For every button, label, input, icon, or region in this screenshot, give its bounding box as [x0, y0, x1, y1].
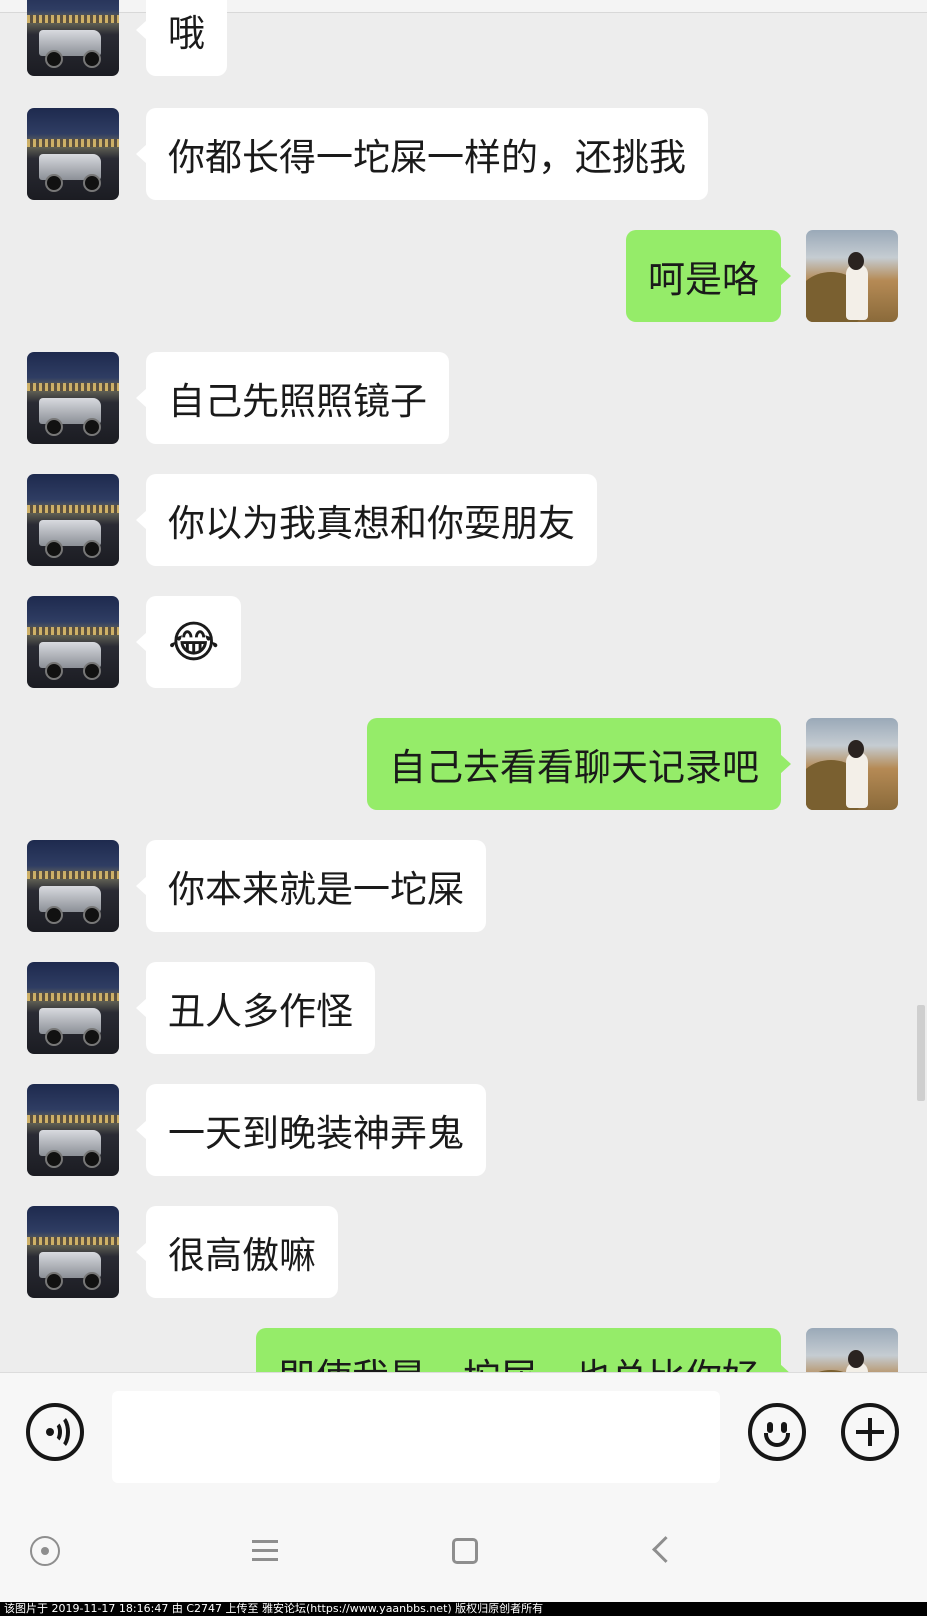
square-icon[interactable] [452, 1538, 478, 1564]
message-bubble[interactable]: 你本来就是一坨屎 [136, 840, 486, 932]
message-bubble[interactable]: 哦 [136, 0, 227, 76]
contact-avatar[interactable] [27, 108, 119, 200]
voice-icon[interactable] [26, 1403, 84, 1461]
back-chevron-icon[interactable] [652, 1536, 679, 1563]
message-bubble[interactable]: 你以为我真想和你耍朋友 [136, 474, 597, 566]
message-bubble[interactable]: 😂 [135, 596, 242, 688]
message-text: 你以为我真想和你耍朋友 [168, 502, 575, 545]
message-bubble-sent[interactable]: 自己去看看聊天记录吧 [367, 718, 791, 810]
self-avatar[interactable] [806, 1328, 898, 1372]
message-bubble[interactable]: 一天到晚装神弄鬼 [136, 1084, 486, 1176]
tears-of-joy-emoji: 😂 [168, 616, 220, 668]
message-bubble-sent[interactable]: 呵是咯 [626, 230, 791, 322]
self-avatar[interactable] [806, 718, 898, 810]
scrollbar-thumb[interactable] [917, 1005, 925, 1101]
watermark-text: 该图片于 2019-11-17 18:16:47 由 C2747 上传至 雅安论… [4, 1602, 544, 1615]
contact-avatar[interactable] [27, 0, 119, 76]
self-avatar[interactable] [806, 230, 898, 322]
contact-avatar[interactable] [27, 474, 119, 566]
watermark-footer: 该图片于 2019-11-17 18:16:47 由 C2747 上传至 雅安论… [0, 1602, 927, 1616]
message-input[interactable] [112, 1391, 720, 1483]
message-text: 丑人多作怪 [168, 990, 353, 1033]
circle-dot-icon[interactable] [30, 1536, 60, 1566]
chat-input-bar [0, 1372, 927, 1501]
contact-avatar[interactable] [27, 1084, 119, 1176]
message-text: 自己去看看聊天记录吧 [389, 746, 759, 789]
menu-icon[interactable] [252, 1534, 286, 1568]
message-text: 哦 [168, 12, 205, 55]
message-text: 很高傲嘛 [168, 1234, 316, 1277]
system-nav-bar [0, 1500, 927, 1602]
message-bubble[interactable]: 很高傲嘛 [136, 1206, 338, 1298]
chat-area[interactable]: 哦 你都长得一坨屎一样的，还挑我 呵是咯 自己先照照镜子 你以为我真想和你耍朋友… [0, 0, 927, 1372]
message-text: 呵是咯 [648, 258, 759, 301]
contact-avatar[interactable] [27, 962, 119, 1054]
top-divider [0, 0, 927, 13]
message-bubble[interactable]: 自己先照照镜子 [136, 352, 449, 444]
contact-avatar[interactable] [27, 352, 119, 444]
plus-icon[interactable] [841, 1403, 899, 1461]
contact-avatar[interactable] [27, 840, 119, 932]
message-bubble[interactable]: 你都长得一坨屎一样的，还挑我 [136, 108, 708, 200]
emoji-icon[interactable] [748, 1403, 806, 1461]
message-text: 你都长得一坨屎一样的，还挑我 [168, 136, 686, 179]
message-text: 你本来就是一坨屎 [168, 868, 464, 911]
message-text: 一天到晚装神弄鬼 [168, 1112, 464, 1155]
contact-avatar[interactable] [27, 596, 119, 688]
message-text: 即使我是一坨屎，也总比你好 [278, 1347, 759, 1372]
message-text: 自己先照照镜子 [168, 380, 427, 423]
message-bubble-sent[interactable]: 即使我是一坨屎，也总比你好 [256, 1328, 791, 1372]
message-bubble[interactable]: 丑人多作怪 [136, 962, 375, 1054]
contact-avatar[interactable] [27, 1206, 119, 1298]
